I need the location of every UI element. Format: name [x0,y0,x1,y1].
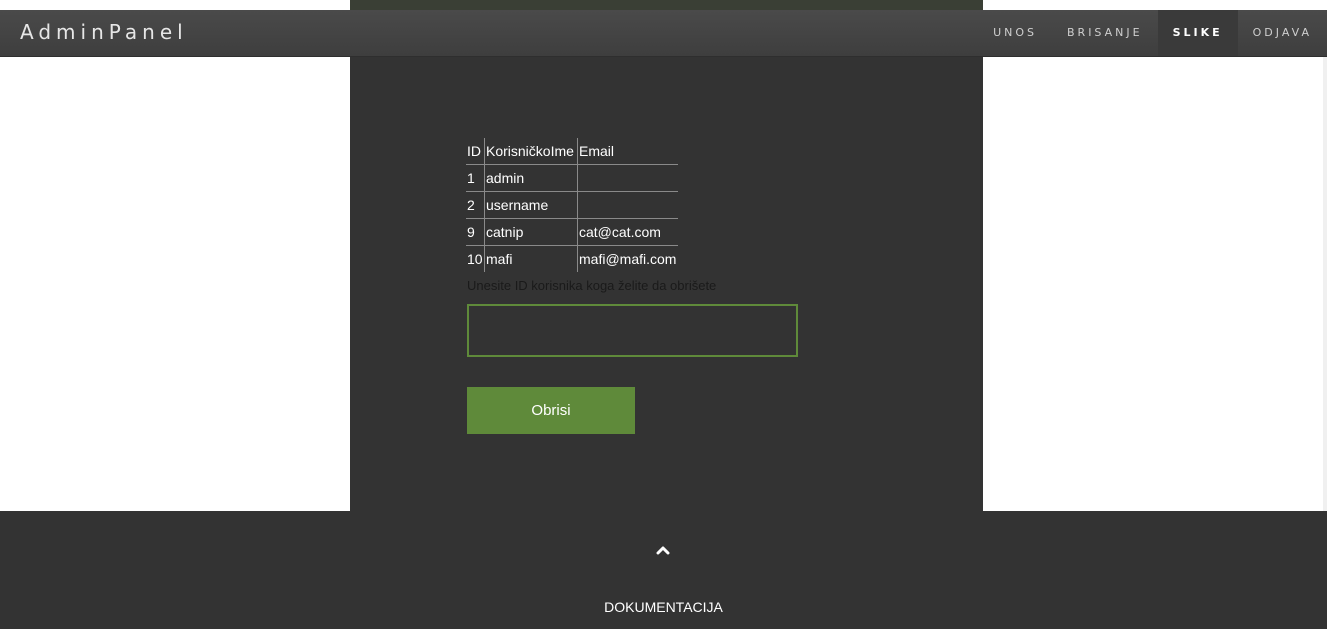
table-header-row: ID KorisničkoIme Email [466,138,678,165]
cell-username: admin [484,164,578,192]
table-row: 1 admin [466,164,678,192]
cell-id: 1 [466,164,485,192]
cell-username: mafi [484,245,578,272]
nav-item-slike[interactable]: SLIKE [1157,10,1238,56]
main-panel: ID KorisničkoIme Email 1 admin 2 usernam… [350,57,983,511]
footer: DOKUMENTACIJA [0,511,1327,629]
users-table: ID KorisničkoIme Email 1 admin 2 usernam… [466,138,678,272]
brand-logo[interactable]: AdminPanel [20,20,188,44]
cell-id: 2 [466,191,485,219]
nav-menu: UNOS BRISANJE SLIKE ODJAVA [978,10,1327,56]
cell-email [577,191,678,219]
column-header-id: ID [466,138,485,165]
navbar: AdminPanel UNOS BRISANJE SLIKE ODJAVA [0,10,1327,57]
column-header-username: KorisničkoIme [484,138,578,165]
scrollbar[interactable] [1323,57,1327,511]
chevron-up-icon[interactable] [656,545,670,555]
delete-id-prompt: Unesite ID korisnika koga želite da obri… [467,278,717,293]
cell-email [577,164,678,192]
cell-id: 9 [466,218,485,246]
column-header-email: Email [577,138,678,165]
top-strip [0,0,1327,10]
cell-username: catnip [484,218,578,246]
top-strip-banner [350,0,983,10]
table-row: 2 username [466,191,678,219]
nav-item-unos[interactable]: UNOS [978,10,1052,56]
delete-button[interactable]: Obrisi [467,387,635,434]
table-row: 10 mafi mafi@mafi.com [466,245,678,272]
table-row: 9 catnip cat@cat.com [466,218,678,246]
nav-item-odjava[interactable]: ODJAVA [1238,10,1327,56]
cell-id: 10 [467,251,483,267]
cell-email: cat@cat.com [577,218,678,246]
cell-username: username [484,191,578,219]
nav-item-brisanje[interactable]: BRISANJE [1052,10,1158,56]
cell-email: mafi@mafi.com [577,245,678,272]
user-id-input[interactable] [467,304,798,357]
documentation-link[interactable]: DOKUMENTACIJA [0,599,1327,615]
